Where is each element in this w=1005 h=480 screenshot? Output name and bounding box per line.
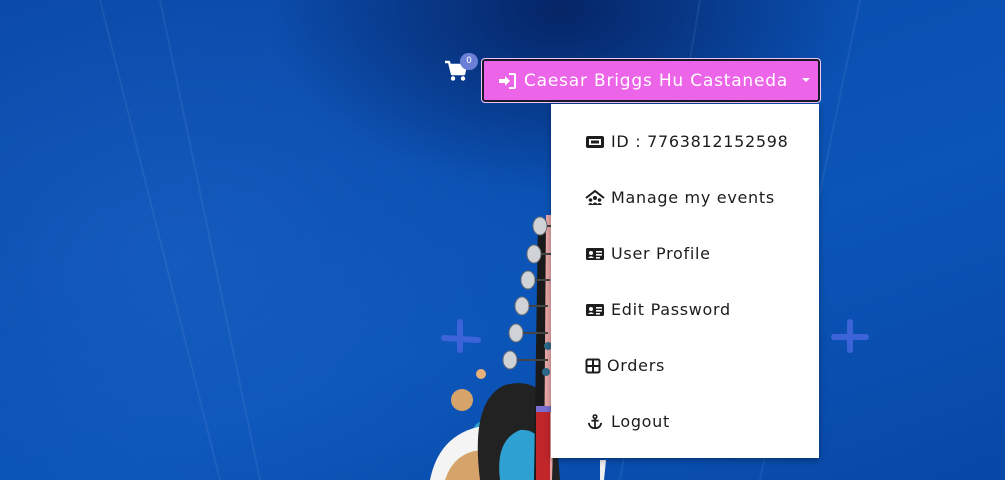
id-card-icon	[585, 246, 605, 262]
caret-down-icon	[802, 78, 810, 82]
menu-item-label: User Profile	[611, 244, 711, 263]
plus-decoration-right	[831, 319, 869, 353]
anchor-icon	[585, 413, 605, 430]
grid-icon	[585, 358, 601, 374]
user-menu-button[interactable]: Caesar Briggs Hu Castaneda	[481, 58, 821, 103]
group-house-icon	[585, 189, 605, 206]
user-dropdown-menu: ID : 7763812152598 Manage my events User…	[551, 104, 819, 458]
cart-button[interactable]: 0	[444, 53, 478, 86]
id-card-icon	[585, 302, 605, 318]
menu-item-label: Orders	[607, 356, 666, 375]
plus-decoration-left	[441, 319, 481, 353]
menu-item-label: Manage my events	[611, 188, 775, 207]
shopping-cart-icon	[444, 60, 468, 86]
menu-item-logout[interactable]: Logout	[585, 412, 670, 431]
menu-item-user-profile[interactable]: User Profile	[585, 244, 711, 263]
menu-item-orders[interactable]: Orders	[585, 356, 665, 375]
ticket-icon	[585, 134, 605, 150]
menu-item-label: Edit Password	[611, 300, 731, 319]
menu-item-label: Logout	[611, 412, 670, 431]
menu-item-id[interactable]: ID : 7763812152598	[585, 132, 789, 151]
menu-item-edit-password[interactable]: Edit Password	[585, 300, 731, 319]
dropdown-toggle[interactable]	[794, 61, 818, 100]
menu-item-label: ID : 7763812152598	[611, 132, 789, 151]
user-name-label: Caesar Briggs Hu Castaneda	[524, 70, 789, 91]
menu-item-manage-events[interactable]: Manage my events	[585, 188, 775, 207]
sign-in-icon	[498, 72, 516, 89]
cart-count-badge: 0	[460, 53, 478, 70]
